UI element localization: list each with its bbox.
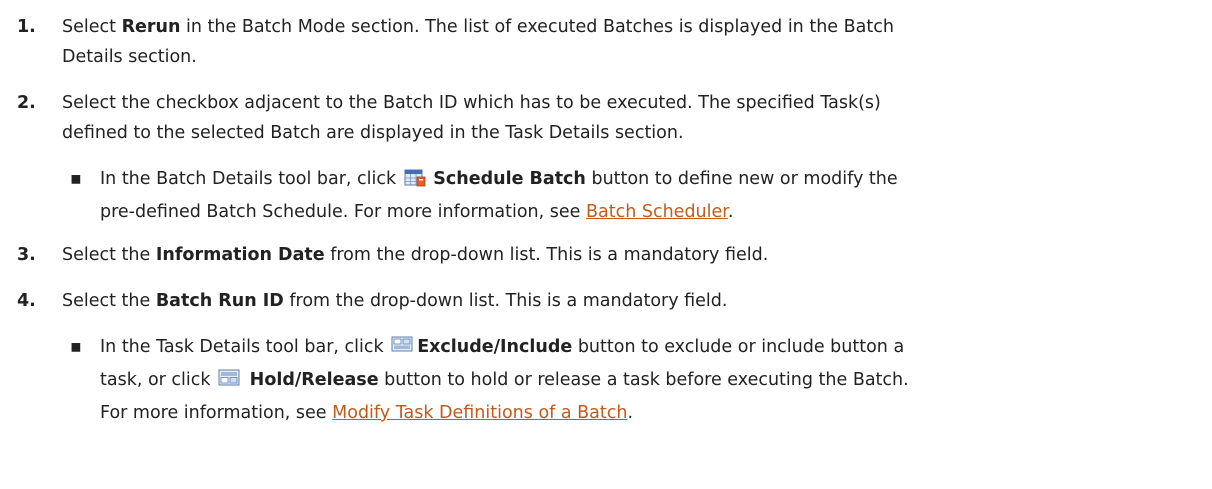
- step-text-pre: Select the: [62, 245, 156, 265]
- step-bold-term: Information Date: [155, 245, 325, 265]
- bullet-text-line2: pre-defined Batch Schedule. For more inf…: [100, 202, 586, 222]
- bullet-bold-term-2: Hold/Release: [249, 370, 379, 390]
- bullet-text-line3-pre: For more information, see: [100, 403, 333, 423]
- step-text-line1: Select the checkbox adjacent to the Batc…: [62, 93, 881, 113]
- step-text: Select the checkbox adjacent to the Batc…: [62, 88, 1192, 148]
- bullet-text-post: button to exclude or include button a: [572, 337, 905, 357]
- bullet-mark: ▪: [70, 169, 82, 189]
- bullet-text-line2-pre: task, or click: [100, 370, 217, 390]
- hold-release-icon: [218, 368, 242, 398]
- step-bold-term: Rerun: [121, 17, 181, 37]
- bullet-end-punct: .: [727, 202, 734, 222]
- bullet-end-punct: .: [627, 403, 634, 423]
- bullet-text: In the Batch Details tool bar, click Sch…: [100, 164, 1200, 227]
- schedule-batch-icon: [404, 167, 426, 197]
- step-text-post: from the drop-down list. This is a manda…: [283, 291, 728, 311]
- step-text-line2: defined to the selected Batch are displa…: [62, 123, 684, 143]
- exclude-include-icon: [391, 335, 415, 365]
- step-text: Select the Information Date from the dro…: [62, 240, 1192, 270]
- step-bold-term: Batch Run ID: [155, 291, 284, 311]
- modify-task-definitions-link[interactable]: Modify Task Definitions of a Batch: [332, 403, 627, 423]
- bullet-text-post: button to define new or modify the: [585, 169, 898, 189]
- bullet-bold-term-1: Exclude/Include: [417, 337, 573, 357]
- instruction-document: 1. Select Rerun in the Batch Mode sectio…: [0, 0, 1212, 489]
- step-text: Select Rerun in the Batch Mode section. …: [62, 12, 1192, 72]
- step-number: 4.: [17, 291, 36, 311]
- step-number: 3.: [17, 245, 36, 265]
- batch-scheduler-link[interactable]: Batch Scheduler: [586, 202, 728, 222]
- bullet-bold-term: Schedule Batch: [433, 169, 586, 189]
- step-text-pre: Select: [62, 17, 122, 37]
- bullet-text: In the Task Details tool bar, click Excl…: [100, 332, 1200, 428]
- bullet-text-pre: In the Batch Details tool bar, click: [100, 169, 402, 189]
- bullet-text-line2-post: button to hold or release a task before …: [378, 370, 909, 390]
- step-number: 1.: [17, 17, 36, 37]
- step-text-post: from the drop-down list. This is a manda…: [324, 245, 769, 265]
- step-text: Select the Batch Run ID from the drop-do…: [62, 286, 1192, 316]
- bullet-text-pre: In the Task Details tool bar, click: [100, 337, 390, 357]
- step-text-pre: Select the: [62, 291, 156, 311]
- step-text-post: in the Batch Mode section. The list of e…: [180, 17, 894, 37]
- step-text-line2: Details section.: [62, 47, 197, 67]
- step-number: 2.: [17, 93, 36, 113]
- bullet-mark: ▪: [70, 337, 82, 357]
